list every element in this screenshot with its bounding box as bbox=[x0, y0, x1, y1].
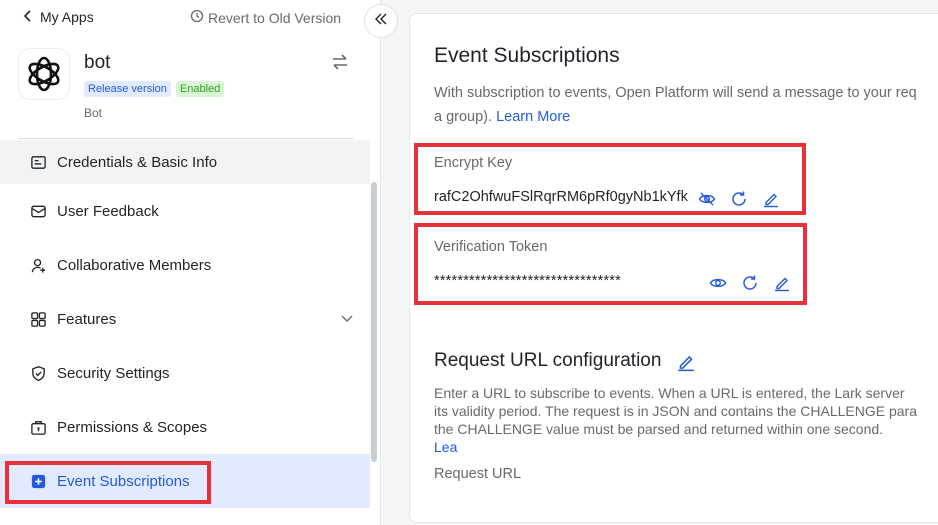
encrypt-key-value: rafC2OhfwuFSlRqrRM6pRf0gyNb1kYfk bbox=[434, 189, 688, 205]
shield-icon bbox=[29, 364, 47, 382]
edit-icon[interactable] bbox=[773, 274, 791, 292]
mail-icon bbox=[29, 202, 47, 220]
sidebar-item-label: Features bbox=[57, 310, 117, 328]
event-subscriptions-card: Event Subscriptions With subscription to… bbox=[409, 13, 938, 523]
sidebar-item-label: Event Subscriptions bbox=[57, 472, 190, 490]
page-description: With subscription to events, Open Platfo… bbox=[434, 81, 938, 129]
refresh-icon[interactable] bbox=[730, 190, 748, 208]
sidebar-item-permissions-scopes[interactable]: Permissions & Scopes bbox=[0, 400, 370, 454]
id-card-icon bbox=[29, 153, 47, 171]
chevron-down-icon[interactable] bbox=[340, 311, 354, 325]
edit-icon[interactable] bbox=[762, 190, 780, 208]
app-type: Bot bbox=[84, 106, 103, 120]
description-line: With subscription to events, Open Platfo… bbox=[434, 85, 917, 101]
request-url-title: Request URL configuration bbox=[434, 350, 662, 371]
lock-box-icon bbox=[29, 418, 47, 436]
sidebar-item-security-settings[interactable]: Security Settings bbox=[0, 346, 370, 400]
grid-icon bbox=[29, 310, 47, 328]
revert-label: Revert to Old Version bbox=[208, 9, 342, 26]
learn-more-link[interactable]: Learn More bbox=[496, 109, 570, 125]
description-line: a group). bbox=[434, 109, 497, 125]
divider bbox=[18, 138, 354, 139]
sidebar-topbar: My Apps Revert to Old Version bbox=[0, 0, 381, 36]
request-url-label: Request URL bbox=[434, 466, 522, 482]
collapse-sidebar-button[interactable] bbox=[364, 4, 398, 38]
sidebar-item-features[interactable]: Features bbox=[0, 292, 370, 346]
enabled-badge: Enabled bbox=[175, 81, 225, 97]
learn-more-link[interactable]: Lea bbox=[434, 438, 938, 456]
hide-eye-icon[interactable] bbox=[698, 190, 716, 208]
openai-logo-icon bbox=[28, 56, 60, 92]
description-line: its validity period. The request is in J… bbox=[434, 403, 917, 419]
page-title: Event Subscriptions bbox=[434, 44, 620, 67]
back-label: My Apps bbox=[40, 9, 94, 25]
sidebar-item-label: Collaborative Members bbox=[57, 256, 212, 274]
sidebar-item-user-feedback[interactable]: User Feedback bbox=[0, 184, 370, 238]
app-info: bot Release version Enabled Bot bbox=[18, 48, 363, 128]
sidebar: My Apps Revert to Old Version bot Releas… bbox=[0, 0, 381, 525]
edit-icon[interactable] bbox=[676, 352, 696, 372]
sidebar-item-credentials[interactable]: Credentials & Basic Info bbox=[0, 140, 370, 184]
description-line: Enter a URL to subscribe to events. When… bbox=[434, 385, 905, 401]
app-badges: Release version Enabled bbox=[84, 81, 225, 97]
verification-token-label: Verification Token bbox=[434, 239, 548, 255]
sidebar-item-label: Credentials & Basic Info bbox=[57, 153, 218, 171]
chevron-left-icon bbox=[22, 9, 34, 25]
sidebar-scrollbar[interactable] bbox=[371, 182, 377, 462]
verification-token-value: ******************************** bbox=[434, 273, 621, 289]
user-add-icon bbox=[29, 256, 47, 274]
sidebar-item-event-subscriptions[interactable]: Event Subscriptions bbox=[0, 454, 370, 508]
history-icon bbox=[190, 9, 204, 26]
refresh-icon[interactable] bbox=[741, 274, 759, 292]
app-name: bot bbox=[84, 52, 111, 73]
eye-icon[interactable] bbox=[709, 274, 727, 292]
sidebar-nav: Credentials & Basic Info User Feedback C… bbox=[0, 140, 370, 508]
sidebar-item-collaborative-members[interactable]: Collaborative Members bbox=[0, 238, 370, 292]
event-icon bbox=[29, 472, 47, 490]
sidebar-item-label: Permissions & Scopes bbox=[57, 418, 208, 436]
app-logo bbox=[18, 48, 70, 100]
sidebar-item-label: Security Settings bbox=[57, 364, 170, 382]
sidebar-item-label: User Feedback bbox=[57, 202, 159, 220]
request-url-description: Enter a URL to subscribe to events. When… bbox=[434, 384, 938, 456]
switch-app-icon[interactable] bbox=[330, 52, 350, 72]
double-chevron-left-icon bbox=[374, 12, 388, 31]
release-version-badge: Release version bbox=[84, 81, 171, 97]
back-to-my-apps-link[interactable]: My Apps bbox=[22, 9, 94, 25]
encrypt-key-label: Encrypt Key bbox=[434, 155, 513, 171]
description-line: the CHALLENGE value must be parsed and r… bbox=[434, 421, 884, 437]
revert-old-version-button[interactable]: Revert to Old Version bbox=[190, 9, 341, 26]
